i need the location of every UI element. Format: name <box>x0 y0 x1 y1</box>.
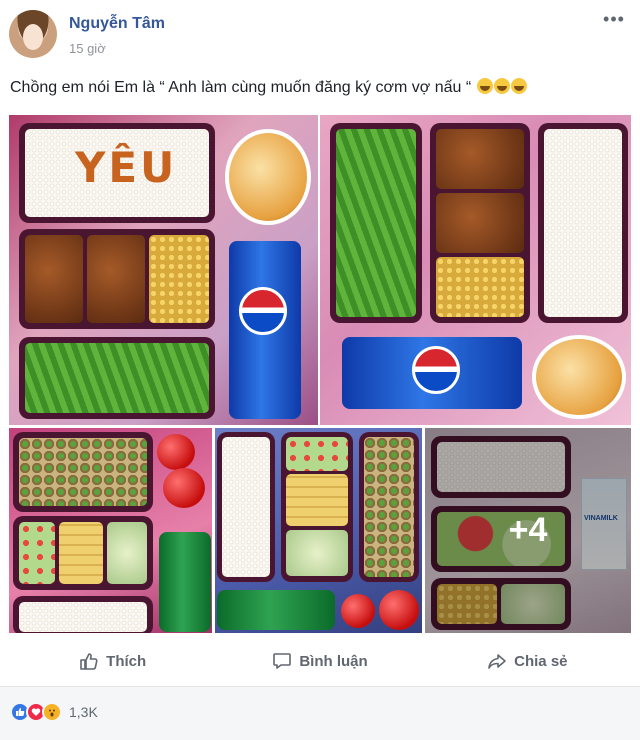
lunchbox-rice <box>538 123 628 323</box>
peanut-text: YÊU <box>75 143 178 192</box>
fish-compartment <box>436 193 524 253</box>
grinning-face-icon <box>493 78 510 94</box>
post-header: Nguyễn Tâm 15 giờ ••• <box>0 0 640 68</box>
fish-compartment <box>25 235 83 323</box>
more-photos-count: +4 <box>508 511 548 549</box>
lunchbox-rice <box>13 596 153 633</box>
tomato <box>157 434 195 470</box>
photo-4[interactable] <box>215 428 422 633</box>
rice-compartment <box>19 602 147 632</box>
egg-compartment <box>436 257 524 317</box>
more-options-icon[interactable]: ••• <box>601 10 627 32</box>
soda-can <box>229 241 301 419</box>
soda-can <box>342 337 522 409</box>
egg-compartment <box>149 235 209 323</box>
rice-compartment <box>544 129 622 317</box>
tomato <box>163 468 205 508</box>
lunchbox-sides <box>13 516 153 590</box>
lunchbox-mains <box>430 123 530 323</box>
beans-compartment <box>25 343 209 413</box>
tomato <box>341 594 375 628</box>
post-timestamp[interactable]: 15 giờ <box>69 41 106 56</box>
share-label: Chia sẻ <box>514 652 568 670</box>
sausage-compartment <box>286 437 348 471</box>
comment-button[interactable]: Bình luận <box>216 641 423 681</box>
like-label: Thích <box>106 652 147 670</box>
sausage-compartment <box>19 522 55 584</box>
more-photos-overlay[interactable]: +4 <box>425 428 631 633</box>
grinning-face-icon <box>510 78 527 94</box>
rice-compartment <box>222 437 270 577</box>
share-icon <box>488 654 506 669</box>
grinning-face-icon <box>476 78 493 94</box>
reaction-count[interactable]: 1,3K <box>69 704 98 720</box>
lunchbox-beans <box>330 123 422 323</box>
lunchbox-greens <box>13 432 153 512</box>
greens-compartment <box>364 437 414 577</box>
bun-plate <box>225 129 311 225</box>
soda-can <box>217 590 335 630</box>
post-caption: Chồng em nói Em là “ Anh làm cùng muốn đ… <box>10 78 630 97</box>
avatar[interactable] <box>9 10 57 58</box>
comment-label: Bình luận <box>299 652 368 670</box>
lunchbox-sides <box>281 432 353 582</box>
pepsi-logo-icon <box>412 346 460 394</box>
comment-icon <box>273 653 292 669</box>
caption-text: Chồng em nói Em là “ Anh làm cùng muốn đ… <box>10 79 472 96</box>
cabbage-compartment <box>286 530 348 576</box>
reaction-icons[interactable] <box>10 702 76 724</box>
author-name[interactable]: Nguyễn Tâm <box>69 15 165 33</box>
reactions-bar: 1,3K <box>0 686 640 740</box>
lunchbox-rice: YÊU <box>19 123 215 223</box>
photo-2[interactable] <box>320 115 631 425</box>
lunchbox-mains <box>19 229 215 329</box>
avatar-face <box>23 24 43 50</box>
lunchbox-greens <box>359 432 419 582</box>
bread-compartment <box>286 474 348 526</box>
photo-grid: YÊU VINAMILK +4 <box>0 115 640 635</box>
pepsi-logo-icon <box>239 287 287 335</box>
lunchbox-rice <box>217 432 275 582</box>
cabbage-compartment <box>107 522 147 584</box>
like-button[interactable]: Thích <box>9 641 216 681</box>
bun-plate <box>532 335 626 419</box>
share-button[interactable]: Chia sẻ <box>424 641 631 681</box>
greens-compartment <box>19 438 147 506</box>
post-actions: Thích Bình luận Chia sẻ <box>9 641 631 681</box>
thumbs-up-icon <box>80 653 98 670</box>
lunchbox-beans <box>19 337 215 419</box>
photo-1[interactable]: YÊU <box>9 115 318 425</box>
photo-3[interactable] <box>9 428 212 633</box>
facebook-post: Nguyễn Tâm 15 giờ ••• Chồng em nói Em là… <box>0 0 640 740</box>
beans-compartment <box>336 129 416 317</box>
soda-can <box>159 532 211 632</box>
bread-compartment <box>59 522 103 584</box>
fish-compartment <box>436 129 524 189</box>
tomato <box>379 590 419 630</box>
fish-compartment <box>87 235 145 323</box>
wow-reaction-icon <box>42 702 62 722</box>
